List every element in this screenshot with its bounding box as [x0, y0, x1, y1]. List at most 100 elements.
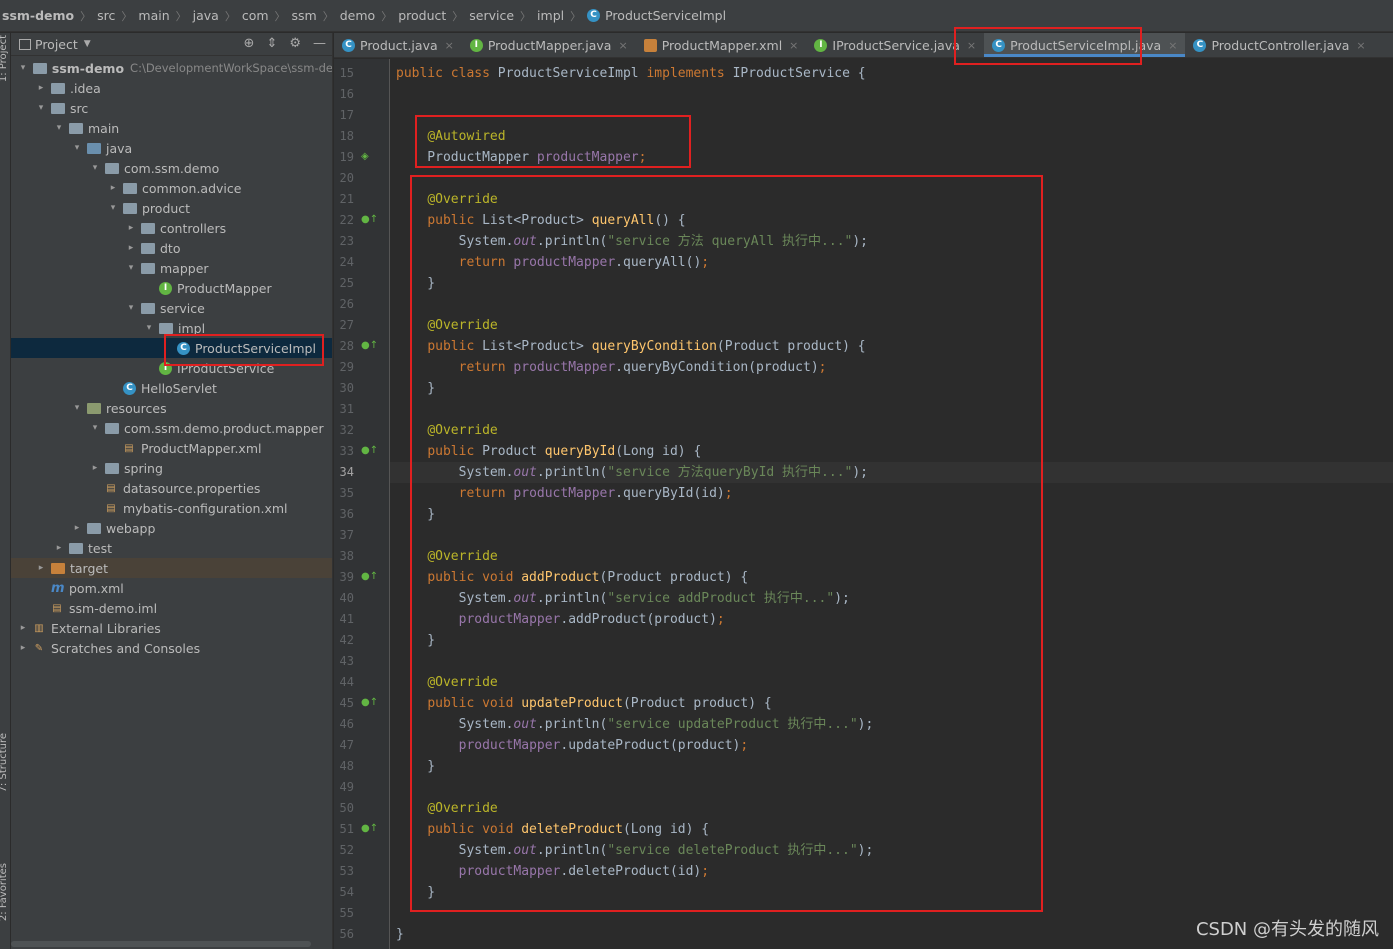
- breadcrumb-item[interactable]: impl: [537, 8, 564, 23]
- tree-item[interactable]: ▸ common.advice: [11, 178, 332, 198]
- structure-tool-tab[interactable]: 7: Structure: [0, 733, 9, 792]
- tree-item[interactable]: ▾ main: [11, 118, 332, 138]
- interface-icon: I: [814, 38, 828, 52]
- tree-item[interactable]: ▤ ssm-demo.iml: [11, 598, 332, 618]
- code-editor[interactable]: 15 16 17 18 19 ◈ 20 21 22 ●↑ 23 24 25 26 27 28 ●↑ 29 30 31 3…: [334, 59, 1393, 949]
- line-number: 32: [339, 423, 354, 437]
- line-number: 35: [339, 486, 354, 500]
- breadcrumb-item[interactable]: main: [138, 8, 169, 23]
- chevron-down-icon[interactable]: ▾: [89, 163, 101, 173]
- collapse-all-icon[interactable]: ⇕: [266, 36, 277, 51]
- breadcrumb-item[interactable]: src: [97, 8, 115, 23]
- tree-item[interactable]: ▤ datasource.properties: [11, 478, 332, 498]
- chevron-down-icon[interactable]: ▾: [71, 143, 83, 153]
- minimize-icon[interactable]: —: [313, 36, 326, 51]
- project-view-selector[interactable]: Project: [35, 37, 78, 52]
- tree-item[interactable]: ▸ controllers: [11, 218, 332, 238]
- tree-item[interactable]: ▸ ▥ External Libraries: [11, 618, 332, 638]
- line-number: 40: [339, 591, 354, 605]
- line-number: 28: [339, 339, 354, 353]
- implements-method-icon[interactable]: ●↑: [361, 340, 378, 351]
- tree-item[interactable]: ▾ java: [11, 138, 332, 158]
- chevron-down-icon[interactable]: ▾: [53, 123, 65, 133]
- implements-method-icon[interactable]: ●↑: [361, 571, 378, 582]
- editor-tab[interactable]: I ProductMapper.java ×: [462, 33, 636, 57]
- chevron-down-icon[interactable]: ▾: [89, 423, 101, 433]
- project-tool-tab[interactable]: 1: Project: [0, 35, 9, 82]
- package-icon: [141, 222, 155, 234]
- tree-item-label: ssm-demo: [51, 60, 125, 76]
- close-icon[interactable]: ×: [445, 39, 454, 52]
- tree-item[interactable]: m pom.xml: [11, 578, 332, 598]
- chevron-down-icon[interactable]: ▾: [35, 103, 47, 113]
- chevron-down-icon[interactable]: ▾: [125, 263, 137, 273]
- chevron-right-icon[interactable]: ▸: [89, 463, 101, 473]
- chevron-right-icon[interactable]: ▸: [125, 243, 137, 253]
- tree-item[interactable]: ▾ product: [11, 198, 332, 218]
- chevron-down-icon[interactable]: ▾: [125, 303, 137, 313]
- package-icon: [105, 162, 119, 174]
- close-icon[interactable]: ×: [1168, 39, 1177, 52]
- breadcrumb-item[interactable]: demo: [340, 8, 375, 23]
- tree-item-label: ProductMapper.xml: [141, 440, 262, 456]
- chevron-down-icon[interactable]: ▾: [143, 323, 155, 333]
- tree-item[interactable]: ▾ com.ssm.demo: [11, 158, 332, 178]
- chevron-right-icon[interactable]: ▸: [125, 223, 137, 233]
- autowired-navigation-icon[interactable]: ◈: [361, 151, 369, 162]
- tree-item[interactable]: C HelloServlet: [11, 378, 332, 398]
- chevron-right-icon[interactable]: ▸: [17, 623, 29, 633]
- tree-item[interactable]: ▸ spring: [11, 458, 332, 478]
- tree-item[interactable]: ▸ dto: [11, 238, 332, 258]
- line-number: 51: [339, 822, 354, 836]
- chevron-right-icon[interactable]: ▸: [71, 523, 83, 533]
- editor-tab[interactable]: ProductMapper.xml ×: [636, 33, 807, 57]
- breadcrumb-item[interactable]: service: [469, 8, 514, 23]
- iml-file-icon: ▤: [52, 602, 62, 614]
- breadcrumb-item[interactable]: ssm: [292, 8, 317, 23]
- tree-item[interactable]: ▤ mybatis-configuration.xml: [11, 498, 332, 518]
- tree-item[interactable]: ▾ mapper: [11, 258, 332, 278]
- implements-method-icon[interactable]: ●↑: [361, 697, 378, 708]
- gear-icon[interactable]: ⚙: [289, 36, 301, 51]
- tree-item[interactable]: I ProductMapper: [11, 278, 332, 298]
- implements-method-icon[interactable]: ●↑: [361, 214, 378, 225]
- tree-item[interactable]: ▸ webapp: [11, 518, 332, 538]
- chevron-down-icon[interactable]: ▾: [107, 203, 119, 213]
- horizontal-scrollbar[interactable]: [11, 941, 311, 947]
- close-icon[interactable]: ×: [1356, 39, 1365, 52]
- properties-file-icon: ▤: [106, 482, 116, 494]
- tree-item[interactable]: ▸ .idea: [11, 78, 332, 98]
- breadcrumb-item[interactable]: ProductServiceImpl: [605, 8, 726, 23]
- chevron-down-icon[interactable]: ▼: [84, 39, 91, 49]
- breadcrumb-item[interactable]: java: [193, 8, 219, 23]
- tree-item[interactable]: ▾ com.ssm.demo.product.mapper: [11, 418, 332, 438]
- chevron-down-icon[interactable]: ▾: [71, 403, 83, 413]
- tree-item-label: External Libraries: [51, 620, 161, 636]
- chevron-right-icon[interactable]: ▸: [35, 83, 47, 93]
- editor-tab[interactable]: C ProductController.java ×: [1185, 33, 1373, 57]
- breadcrumb-item[interactable]: ssm-demo: [2, 8, 74, 23]
- tree-item-label: src: [70, 100, 89, 116]
- tree-item[interactable]: ▾ ssm-demo C:\DevelopmentWorkSpace\ssm-de: [11, 58, 332, 78]
- close-icon[interactable]: ×: [789, 39, 798, 52]
- tree-item[interactable]: ▾ src: [11, 98, 332, 118]
- tree-item[interactable]: ▾ service: [11, 298, 332, 318]
- chevron-right-icon[interactable]: ▸: [17, 643, 29, 653]
- chevron-right-icon[interactable]: ▸: [35, 563, 47, 573]
- chevron-right-icon[interactable]: ▸: [53, 543, 65, 553]
- implements-method-icon[interactable]: ●↑: [361, 445, 378, 456]
- implements-method-icon[interactable]: ●↑: [361, 823, 378, 834]
- close-icon[interactable]: ×: [618, 39, 627, 52]
- tree-item[interactable]: ▸ test: [11, 538, 332, 558]
- favorites-tool-tab[interactable]: 2: Favorites: [0, 863, 9, 921]
- tree-item[interactable]: ▾ resources: [11, 398, 332, 418]
- breadcrumb-item[interactable]: product: [398, 8, 446, 23]
- locate-icon[interactable]: ⊕: [244, 36, 255, 51]
- editor-tab[interactable]: C Product.java ×: [334, 33, 462, 57]
- tree-item[interactable]: ▸ ✎ Scratches and Consoles: [11, 638, 332, 658]
- tree-item[interactable]: ▸ target: [11, 558, 332, 578]
- tree-item[interactable]: ▤ ProductMapper.xml: [11, 438, 332, 458]
- chevron-down-icon[interactable]: ▾: [17, 63, 29, 73]
- chevron-right-icon[interactable]: ▸: [107, 183, 119, 193]
- breadcrumb-item[interactable]: com: [242, 8, 269, 23]
